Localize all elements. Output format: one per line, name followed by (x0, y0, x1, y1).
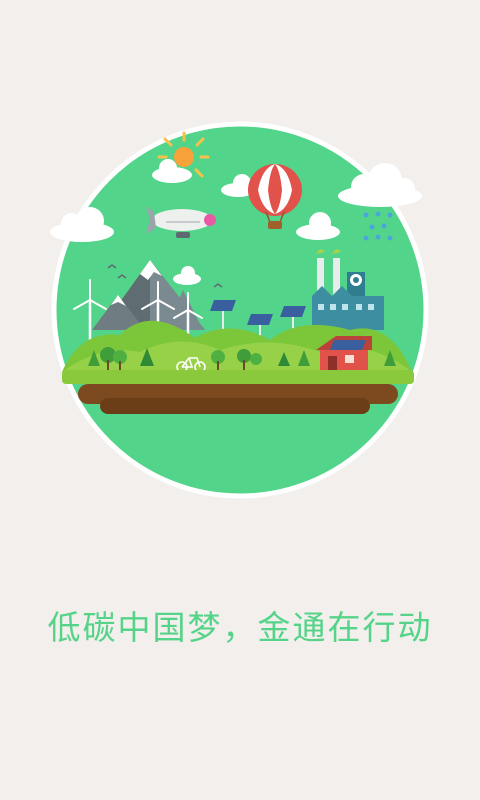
slogan-text: 低碳中国梦，金通在行动 (47, 608, 433, 647)
splash-illustration (50, 121, 429, 499)
soil-layer-bottom (100, 398, 370, 414)
grass-strip (62, 370, 414, 384)
